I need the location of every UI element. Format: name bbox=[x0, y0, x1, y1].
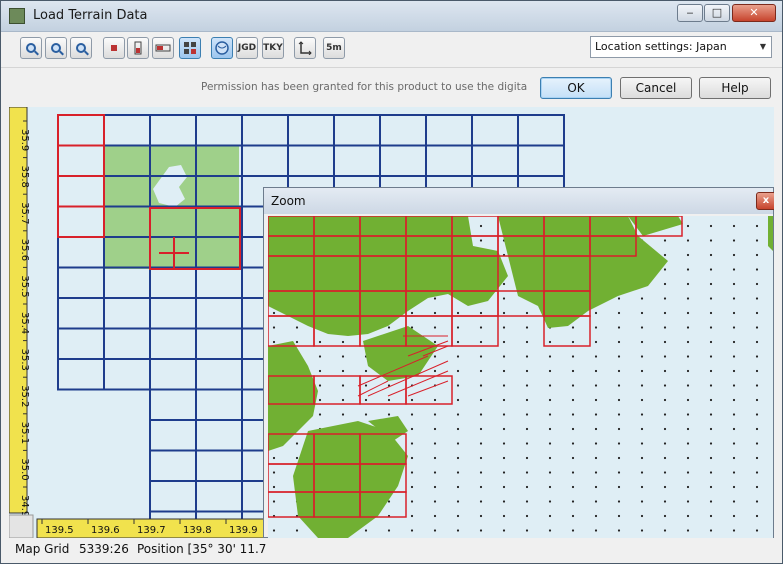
zoom-fit-icon bbox=[76, 43, 86, 53]
axes-button[interactable] bbox=[294, 37, 316, 59]
zoom-out-icon bbox=[51, 43, 61, 53]
lat-tick-label: 35.0 bbox=[19, 458, 30, 480]
zoom-close-button[interactable]: x bbox=[756, 192, 774, 210]
window-title: Load Terrain Data bbox=[33, 8, 148, 23]
lat-tick-label: 35.5 bbox=[19, 275, 30, 297]
zoom-fit-button[interactable] bbox=[70, 37, 92, 59]
lat-tick-label: 35.6 bbox=[19, 239, 30, 261]
wide-tile-icon bbox=[155, 44, 171, 52]
axes-icon bbox=[298, 41, 312, 55]
lat-tick-label: 35.2 bbox=[19, 385, 30, 407]
medium-tile-icon bbox=[134, 41, 142, 55]
lat-tick-label: 34.9 bbox=[19, 495, 30, 517]
minimize-button[interactable]: ‒ bbox=[677, 4, 703, 22]
lat-tick-label: 35.1 bbox=[19, 422, 30, 444]
five-meter-button[interactable]: 5m bbox=[323, 37, 345, 59]
zoom-in-button[interactable] bbox=[20, 37, 42, 59]
location-settings-select[interactable]: Location settings: Japan ▼ bbox=[590, 36, 772, 58]
medium-tile-button[interactable] bbox=[127, 37, 149, 59]
help-button[interactable]: Help bbox=[699, 77, 771, 99]
grid-view-button[interactable] bbox=[179, 37, 201, 59]
cancel-button[interactable]: Cancel bbox=[620, 77, 692, 99]
zoom-canvas[interactable] bbox=[268, 216, 773, 538]
permission-text: Permission has been granted for this pro… bbox=[201, 81, 527, 93]
lon-tick-label: 139.9 bbox=[229, 525, 258, 536]
ruler-corner bbox=[9, 514, 34, 538]
lon-tick-label: 139.6 bbox=[91, 525, 120, 536]
tky-button[interactable]: TKY bbox=[262, 37, 284, 59]
chevron-down-icon: ▼ bbox=[759, 42, 766, 51]
wide-tile-button[interactable] bbox=[152, 37, 174, 59]
maximize-button[interactable]: □ bbox=[704, 4, 730, 22]
zoom-out-button[interactable] bbox=[45, 37, 67, 59]
globe-button[interactable] bbox=[211, 37, 233, 59]
grid-view-icon bbox=[184, 42, 196, 54]
load-terrain-window: Load Terrain Data ‒ □ ✕ JGD TKY 5m Locat… bbox=[0, 0, 783, 564]
lat-tick-label: 35.3 bbox=[19, 349, 30, 371]
lat-tick-label: 35.4 bbox=[19, 312, 30, 334]
map-area[interactable]: 35.9 35.8 35.7 35.6 35.5 35.4 35.3 35.2 35.1 35.0… bbox=[9, 107, 774, 538]
zoom-title-bar[interactable]: Zoom x bbox=[264, 188, 774, 214]
small-tile-icon bbox=[111, 45, 117, 51]
zoom-window[interactable]: Zoom x bbox=[263, 187, 774, 538]
globe-icon bbox=[215, 41, 229, 55]
lat-tick-label: 35.9 bbox=[19, 129, 30, 151]
map-grid-value: 5339:26 bbox=[79, 542, 129, 556]
zoom-title: Zoom bbox=[271, 194, 306, 208]
title-bar[interactable]: Load Terrain Data ‒ □ ✕ bbox=[1, 1, 782, 32]
close-button[interactable]: ✕ bbox=[732, 4, 776, 22]
status-bar: Map Grid 5339:26 Position [35° 30' 11.7 bbox=[1, 539, 782, 563]
zoom-in-icon bbox=[26, 43, 36, 53]
longitude-ruler bbox=[36, 518, 298, 538]
ok-button[interactable]: OK bbox=[540, 77, 612, 99]
info-bar: Permission has been granted for this pro… bbox=[1, 67, 782, 106]
position-readout: Position [35° 30' 11.7 bbox=[137, 542, 267, 556]
small-tile-button[interactable] bbox=[103, 37, 125, 59]
jgd-button[interactable]: JGD bbox=[236, 37, 258, 59]
lon-tick-label: 139.5 bbox=[45, 525, 74, 536]
lat-tick-label: 35.7 bbox=[19, 202, 30, 224]
lon-tick-label: 139.8 bbox=[183, 525, 212, 536]
lat-tick-label: 35.8 bbox=[19, 166, 30, 188]
lon-tick-label: 139.7 bbox=[137, 525, 166, 536]
map-grid-label: Map Grid bbox=[15, 542, 70, 556]
location-settings-value: Location settings: Japan bbox=[595, 40, 727, 53]
latitude-ruler-ticks: 35.9 35.8 35.7 35.6 35.5 35.4 35.3 35.2 35.1 35.0… bbox=[19, 120, 30, 517]
app-icon bbox=[9, 8, 25, 24]
